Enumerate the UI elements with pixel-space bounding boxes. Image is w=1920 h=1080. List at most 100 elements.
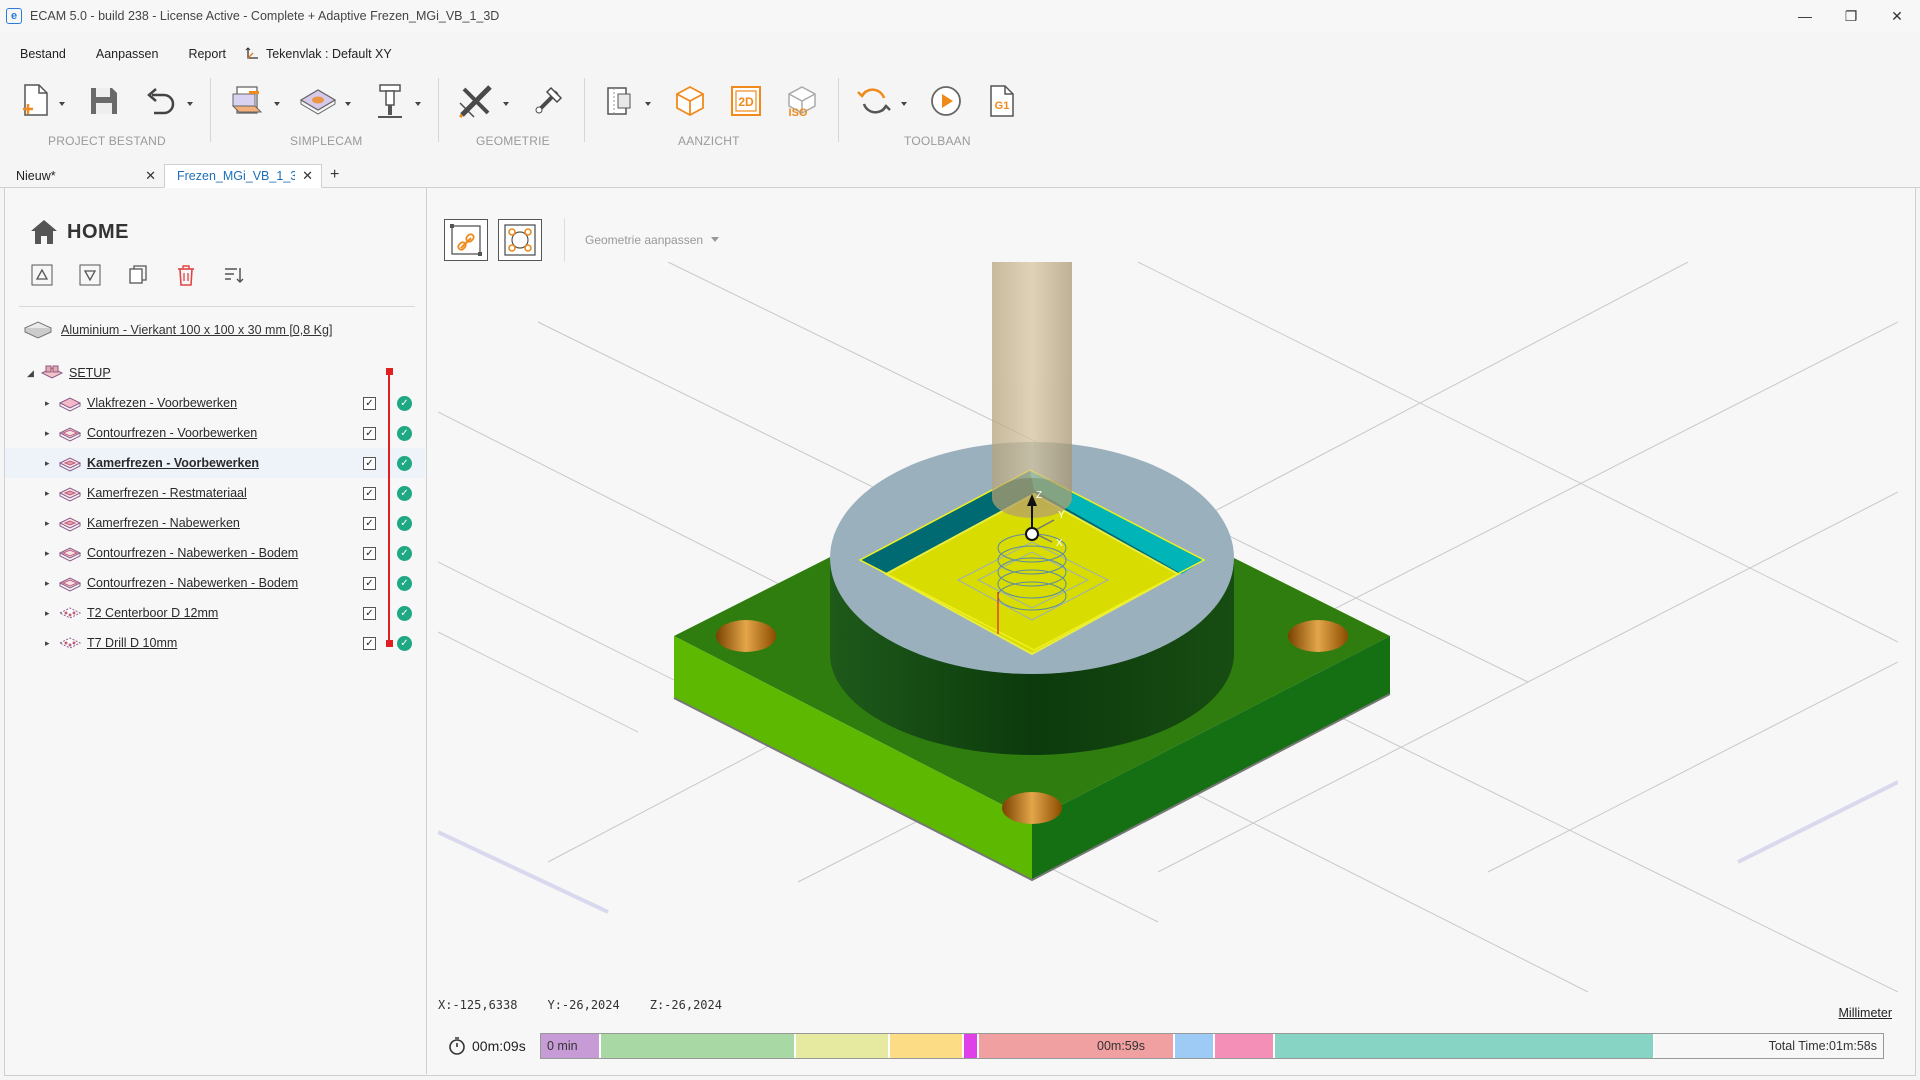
simplecam-stock-caret-icon[interactable]	[273, 100, 281, 108]
operation-label: Vlakfrezen - Voorbewerken	[87, 396, 238, 410]
unit-selector[interactable]: Millimeter	[1839, 1006, 1892, 1020]
geometry-draw-button[interactable]	[456, 80, 496, 122]
regenerate-toolpath-button[interactable]	[854, 80, 894, 122]
operation-enabled-checkbox[interactable]: ✓	[363, 427, 376, 440]
status-ok-icon: ✓	[397, 516, 412, 531]
home-header[interactable]: HOME	[29, 218, 129, 246]
undo-button[interactable]	[142, 80, 180, 122]
timeline-segment[interactable]	[890, 1034, 964, 1058]
new-dropdown-caret-icon[interactable]	[58, 100, 66, 108]
regenerate-caret-icon[interactable]	[900, 100, 908, 108]
view-cube-caret-icon[interactable]	[644, 100, 652, 108]
operation-enabled-checkbox[interactable]: ✓	[363, 457, 376, 470]
operation-enabled-checkbox[interactable]: ✓	[363, 607, 376, 620]
minimize-button[interactable]: —	[1782, 0, 1828, 32]
operation-enabled-checkbox[interactable]: ✓	[363, 547, 376, 560]
measure-tools-icon	[535, 86, 563, 114]
expand-arrow-icon[interactable]: ▸	[45, 458, 57, 469]
3d-viewport[interactable]: Geometrie aanpassen Z Y X X:-125,6338 Y:…	[428, 188, 1916, 1074]
status-ok-icon: ✓	[397, 426, 412, 441]
expand-arrow-icon[interactable]: ▸	[45, 638, 57, 649]
tree-operation-row[interactable]: ▸ T2 Centerboor D 12mm ✓ ✓	[5, 598, 425, 628]
geometry-draw-caret-icon[interactable]	[502, 100, 510, 108]
simplecam-operation-caret-icon[interactable]	[344, 100, 352, 108]
document-tabs: Nieuw* ✕ Frezen_MGi_VB_1_3D ✕ +	[0, 164, 1920, 188]
timeline-segment[interactable]	[1175, 1034, 1215, 1058]
timeline-segment[interactable]: 00m:59s	[979, 1034, 1175, 1058]
operation-enabled-checkbox[interactable]: ✓	[363, 577, 376, 590]
view-iso-icon: ISO	[788, 86, 816, 118]
tree-operation-row[interactable]: ▸ Kamerfrezen - Nabewerken ✓ ✓	[5, 508, 425, 538]
menu-report[interactable]: Report	[168, 47, 236, 61]
pocket-icon	[58, 457, 82, 472]
view-iso-button[interactable]: ISO	[782, 80, 822, 122]
operation-enabled-checkbox[interactable]: ✓	[363, 397, 376, 410]
timeline-segment[interactable]	[796, 1034, 890, 1058]
expand-arrow-icon[interactable]: ▸	[45, 578, 57, 589]
tree-operation-row[interactable]: ▸ Kamerfrezen - Voorbewerken ✓ ✓	[5, 448, 425, 478]
gcode-output-button[interactable]: G1	[982, 80, 1022, 122]
sort-button[interactable]	[223, 264, 245, 286]
close-tab-icon[interactable]: ✕	[302, 168, 313, 184]
point-select-button[interactable]	[498, 219, 542, 261]
geometry-adjust-dropdown[interactable]: Geometrie aanpassen	[585, 233, 720, 247]
dropdown-caret-icon	[711, 237, 720, 242]
simplecam-operation-button[interactable]	[298, 80, 338, 122]
timeline-segment[interactable]	[1275, 1034, 1655, 1058]
operation-enabled-checkbox[interactable]: ✓	[363, 637, 376, 650]
chain-select-button[interactable]	[444, 219, 488, 261]
undo-dropdown-caret-icon[interactable]	[186, 100, 194, 108]
operation-enabled-checkbox[interactable]: ✓	[363, 517, 376, 530]
simplecam-tool-button[interactable]	[370, 80, 410, 122]
view-2d-button[interactable]: 2D	[726, 80, 766, 122]
expand-arrow-icon[interactable]: ▸	[45, 548, 57, 559]
view-3d-button[interactable]	[670, 80, 710, 122]
tab-frezen-mgi[interactable]: Frezen_MGi_VB_1_3D ✕	[164, 164, 322, 188]
tab-nieuw[interactable]: Nieuw* ✕	[4, 164, 164, 188]
timeline-segment[interactable]	[601, 1034, 796, 1058]
close-window-button[interactable]: ✕	[1874, 0, 1920, 32]
save-button[interactable]	[86, 80, 122, 122]
move-down-button[interactable]	[79, 264, 101, 286]
tree-operation-row[interactable]: ▸ T7 Drill D 10mm ✓ ✓	[5, 628, 425, 658]
expand-arrow-icon[interactable]: ▸	[45, 608, 57, 619]
restore-button[interactable]: ❐	[1828, 0, 1874, 32]
timeline-segment[interactable]: 0 min	[541, 1034, 601, 1058]
simulate-play-button[interactable]	[926, 80, 966, 122]
pocket-icon	[58, 487, 82, 502]
expand-arrow-icon[interactable]: ▸	[45, 428, 57, 439]
timeline-segment[interactable]	[964, 1034, 979, 1058]
timeline-segment[interactable]	[1215, 1034, 1275, 1058]
tree-operation-row[interactable]: ▸ Contourfrezen - Nabewerken - Bodem ✓ ✓	[5, 568, 425, 598]
tree-operation-row[interactable]: ▸ Vlakfrezen - Voorbewerken ✓ ✓	[5, 388, 425, 418]
expand-arrow-icon[interactable]: ▸	[45, 488, 57, 499]
simplecam-stock-button[interactable]	[228, 80, 268, 122]
tree-operation-row[interactable]: ▸ Kamerfrezen - Restmateriaal ✓ ✓	[5, 478, 425, 508]
expand-arrow-icon[interactable]: ▸	[45, 518, 57, 529]
sequence-end-marker	[386, 640, 393, 647]
copy-button[interactable]	[127, 264, 149, 286]
menu-bestand[interactable]: Bestand	[0, 47, 76, 61]
time-bar[interactable]: 0 min 00m:59s Total Time:01m:58s	[540, 1033, 1884, 1059]
delete-button[interactable]	[175, 264, 197, 286]
view-cube-button[interactable]	[600, 80, 640, 122]
tree-setup[interactable]: ◢ SETUP	[5, 358, 425, 388]
workplane-axis-icon	[245, 47, 258, 59]
tree-operation-row[interactable]: ▸ Contourfrezen - Nabewerken - Bodem ✓ ✓	[5, 538, 425, 568]
tekenvlak-selector[interactable]: Tekenvlak : Default XY	[244, 46, 392, 62]
new-project-button[interactable]	[16, 80, 54, 122]
simplecam-tool-caret-icon[interactable]	[414, 100, 422, 108]
part-model-scene[interactable]: Z Y X	[438, 262, 1898, 992]
move-up-button[interactable]	[31, 264, 53, 286]
expand-arrow-icon[interactable]: ▸	[45, 398, 57, 409]
collapse-arrow-icon[interactable]: ◢	[27, 368, 39, 379]
geometry-measure-button[interactable]	[528, 80, 568, 122]
menu-aanpassen[interactable]: Aanpassen	[76, 47, 169, 61]
mounting-hole	[1288, 620, 1348, 652]
cursor-coordinates: X:-125,6338 Y:-26,2024 Z:-26,2024	[438, 998, 722, 1012]
add-tab-button[interactable]: +	[330, 166, 339, 184]
tree-operation-row[interactable]: ▸ Contourfrezen - Voorbewerken ✓ ✓	[5, 418, 425, 448]
stock-item[interactable]: Aluminium - Vierkant 100 x 100 x 30 mm […	[23, 320, 332, 340]
operation-enabled-checkbox[interactable]: ✓	[363, 487, 376, 500]
close-tab-icon[interactable]: ✕	[145, 168, 156, 184]
